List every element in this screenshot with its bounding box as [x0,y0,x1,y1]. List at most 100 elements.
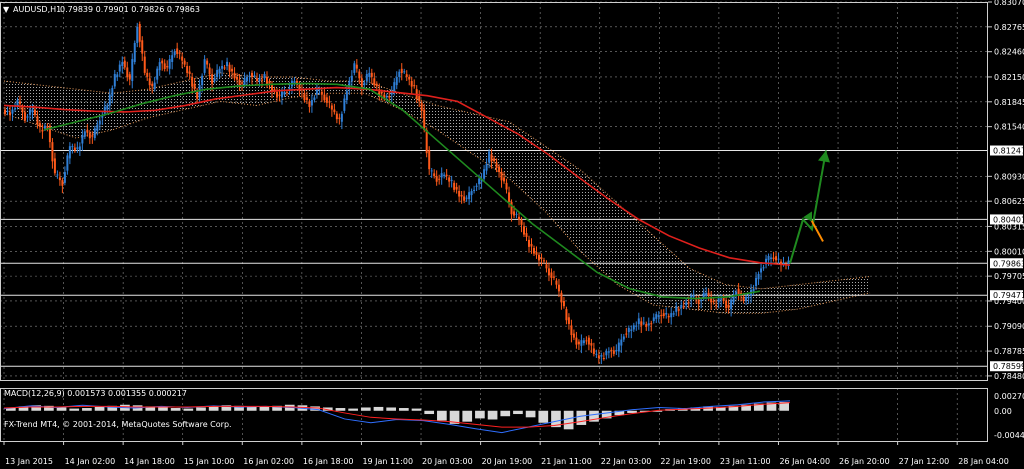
trading-chart[interactable]: 0.83070 0.82765 0.82460 0.82150 0.81845 0.815… [0,0,1024,469]
candle-body [455,186,458,190]
candle-body [41,129,44,132]
candle-body [388,95,391,98]
candle-body [697,299,700,304]
candle-body [692,295,695,297]
candle-body [33,109,36,115]
candle-body [345,90,348,101]
candle-body [258,78,261,82]
macd-histogram-bar [386,407,396,411]
candle-body [570,325,573,336]
price-tick-label: 0.82150 [994,73,1024,82]
candle-body [485,163,488,171]
macd-histogram-bar [259,406,270,411]
candle-body [580,340,583,346]
candle-body [118,64,121,72]
candle-body [248,75,251,77]
candle-body [325,97,328,103]
price-tick-label: 0.83070 [994,0,1024,7]
time-tick-label: 21 Jan 11:00 [541,457,592,466]
candle-body [747,297,750,299]
candle-body [528,239,530,247]
candle-body [188,71,191,75]
candle-body [707,292,710,296]
candle-body [577,341,580,345]
candle-body [148,78,151,86]
candle-body [246,76,249,82]
candle-body [283,91,286,95]
macd-histogram-bar [94,406,105,411]
candle-body [630,329,633,331]
candle-body [216,69,219,77]
candle-body [226,61,229,67]
candle-body [418,95,421,102]
time-tick-label: 15 Jan 10:00 [184,457,235,466]
candle-body [660,315,663,317]
candle-body [221,65,224,69]
candle-body [672,313,675,315]
candle-body [131,59,134,82]
candle-body [665,312,668,315]
candle-body [53,158,56,174]
candle-body [343,98,346,111]
macd-histogram-bar [348,408,358,411]
candle-body [775,256,778,261]
candle-body [592,348,595,354]
candle-body [171,55,174,63]
time-tick-label: 13 Jan 2015 [5,457,53,466]
candle-body [128,74,131,80]
candle-body [545,264,548,269]
candle-body [313,97,316,101]
candle-body [520,219,523,225]
candle-body [595,353,598,355]
candle-body [762,267,765,269]
candle-body [755,277,758,287]
candle-body [550,272,553,279]
candle-body [483,169,486,179]
candle-body [523,226,526,235]
candle-body [231,68,234,72]
macd-histogram-bar [158,407,168,411]
candle-body [106,105,109,110]
candle-body [251,72,254,78]
candle-body [375,83,378,87]
candle-body [475,185,478,187]
candle-body [562,300,565,307]
candle-body [333,109,336,113]
candle-body [555,280,558,285]
candle-body [725,300,728,308]
candle-body [705,292,708,296]
candle-body [635,325,638,327]
candle-body [410,81,413,87]
time-tick-label: 19 Jan 11:00 [362,457,413,466]
candle-body [423,109,426,130]
macd-histogram-bar [487,410,498,420]
candle-body [560,292,563,303]
candle-body [263,74,266,79]
candle-body [657,315,660,317]
candle-body [211,74,214,84]
candle-body [772,257,775,260]
candle-body [81,135,84,144]
candle-body [645,324,648,327]
macd-tick-label: -0.004441 [994,431,1024,440]
candle-body [233,72,236,79]
macd-tick-label: 0.00 [994,407,1012,416]
macd-histogram-bar [475,410,485,419]
candle-body [151,83,154,87]
candle-body [308,101,311,107]
candle-body [191,76,194,87]
candle-body [787,260,790,264]
candle-body [111,87,114,96]
candle-body [715,305,718,307]
candle-body [745,296,748,301]
candle-body [61,180,64,186]
candle-body [540,257,543,259]
macd-histogram-bar [373,406,384,411]
candle-body [253,75,256,77]
macd-histogram-bar [360,407,371,411]
candle-body [335,113,338,120]
level-price-label: 0.78599 [993,362,1024,371]
candle-body [575,337,578,345]
macd-histogram-bar [576,410,587,425]
candle-body [413,85,416,87]
